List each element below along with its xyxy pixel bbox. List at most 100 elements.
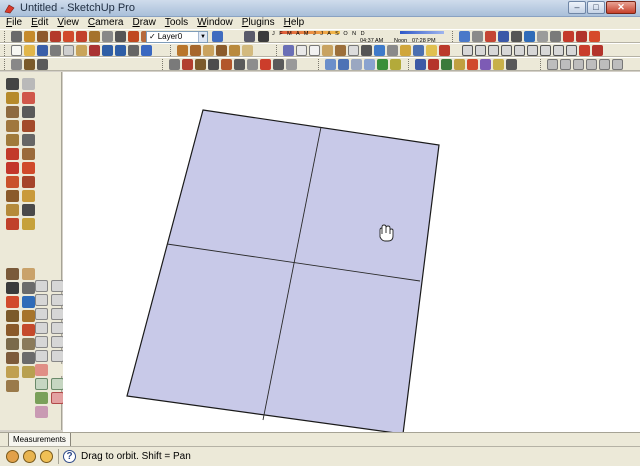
position-camera-tool-icon[interactable] (6, 310, 19, 322)
rectangle-face[interactable] (126, 109, 440, 432)
section-display-icon[interactable] (563, 31, 574, 42)
component-options-icon[interactable] (428, 59, 439, 70)
offset-arrows-icon[interactable] (22, 176, 35, 188)
model-info-icon[interactable] (141, 45, 152, 56)
camera-pan-icon[interactable] (22, 268, 35, 280)
fog-icon[interactable] (286, 59, 297, 70)
left-view-icon[interactable] (242, 45, 253, 56)
credits-status-icon[interactable] (23, 450, 36, 463)
print-icon[interactable] (128, 45, 139, 56)
torus-shape-icon[interactable] (592, 45, 603, 56)
cut-icon[interactable] (50, 45, 61, 56)
rotate-arrows-icon[interactable] (6, 162, 19, 174)
scale-tool-icon[interactable] (76, 31, 87, 42)
preview-icon[interactable] (493, 59, 504, 70)
paste-icon[interactable] (76, 45, 87, 56)
make-component-icon[interactable] (22, 78, 35, 90)
menu-help[interactable]: Help (284, 17, 305, 29)
wireframe-icon[interactable] (296, 45, 307, 56)
move-arrows-icon[interactable] (6, 148, 19, 160)
toolbar-grip[interactable] (540, 59, 543, 70)
menu-camera[interactable]: Camera (88, 17, 124, 29)
line-tool-icon[interactable] (22, 106, 35, 118)
tape-measure-tool-icon[interactable] (6, 190, 19, 202)
outer-shell-icon[interactable] (325, 59, 336, 70)
toolbar-grip[interactable] (4, 31, 7, 42)
camera-orbit-icon[interactable] (6, 268, 19, 280)
circle-tool-icon[interactable] (6, 120, 19, 132)
minimize-button[interactable]: – (568, 1, 586, 14)
interact-icon[interactable] (415, 59, 426, 70)
from-contours-icon[interactable] (459, 31, 470, 42)
subtract-icon[interactable] (364, 59, 375, 70)
iso-view-icon[interactable] (177, 45, 188, 56)
select-arrow-icon[interactable] (6, 78, 19, 90)
intersect-icon[interactable] (338, 59, 349, 70)
section-plane-icon[interactable] (550, 31, 561, 42)
rectangle-tool-icon[interactable] (6, 106, 19, 118)
menu-plugins[interactable]: Plugins (242, 17, 275, 29)
menu-edit[interactable]: Edit (31, 17, 48, 29)
paint-bucket-tool-icon[interactable] (6, 92, 19, 104)
flip-edge-icon[interactable] (537, 31, 548, 42)
circle-shape-icon[interactable] (462, 45, 473, 56)
split-icon[interactable] (390, 59, 401, 70)
freehand-tool-icon[interactable] (22, 134, 35, 146)
layers-icon[interactable] (400, 45, 411, 56)
zoom-window-icon[interactable] (22, 282, 35, 294)
toolbar-grip[interactable] (276, 45, 279, 56)
geo-location-icon[interactable] (467, 59, 478, 70)
label-icon[interactable] (599, 59, 610, 70)
text-tool-icon[interactable] (115, 31, 126, 42)
zoom-extents-icon[interactable] (6, 296, 19, 308)
toolbar-grip[interactable] (162, 59, 165, 70)
display-shadows-icon[interactable] (244, 31, 255, 42)
back-view-icon[interactable] (229, 45, 240, 56)
sandbox-contours-icon[interactable] (6, 338, 19, 350)
follow-me-icon[interactable] (22, 162, 35, 174)
photo-match-icon[interactable] (454, 59, 465, 70)
drape-icon[interactable] (511, 31, 522, 42)
chevron-down-icon[interactable]: ▼ (198, 32, 207, 42)
top-view-icon[interactable] (190, 45, 201, 56)
close-button[interactable]: ✕ (606, 1, 636, 14)
stamp-icon[interactable] (498, 31, 509, 42)
toolbar-grip[interactable] (318, 59, 321, 70)
jitter-icon[interactable] (221, 59, 232, 70)
menu-tools[interactable]: Tools (165, 17, 188, 29)
pencil-icon[interactable] (439, 45, 450, 56)
menu-draw[interactable]: Draw (132, 17, 155, 29)
layer-manager-icon[interactable] (212, 31, 223, 42)
pyramid-shape-icon[interactable] (553, 45, 564, 56)
model-canvas[interactable] (63, 72, 640, 432)
box-shape-icon[interactable] (514, 45, 525, 56)
section-cut-icon[interactable] (612, 59, 623, 70)
toolbar-grip[interactable] (408, 59, 411, 70)
sketchy-edges-icon[interactable] (169, 59, 180, 70)
warehouse-icon[interactable] (589, 31, 600, 42)
layer-dropdown[interactable]: ✓ Layer0 ▼ (146, 31, 208, 43)
save-icon[interactable] (37, 45, 48, 56)
dimension-tool-icon[interactable] (22, 190, 35, 202)
monochrome-icon[interactable] (348, 45, 359, 56)
walk-tool-icon[interactable] (22, 310, 35, 322)
connect-curve-icon[interactable] (35, 392, 48, 404)
move-tool-icon[interactable] (50, 31, 61, 42)
paint-icon[interactable] (426, 45, 437, 56)
shadow-settings-icon[interactable] (258, 31, 269, 42)
3d-viewport[interactable] (63, 72, 640, 432)
polyline-icon[interactable] (35, 294, 48, 306)
position-camera-icon[interactable] (37, 59, 48, 70)
section-plane-tool-icon[interactable] (22, 324, 35, 336)
dimension-icon[interactable] (547, 59, 558, 70)
eraser-icon[interactable] (22, 92, 35, 104)
sandbox-scratch-icon[interactable] (22, 338, 35, 350)
components-icon[interactable] (361, 45, 372, 56)
copy-icon[interactable] (63, 45, 74, 56)
arc-shape-icon[interactable] (488, 45, 499, 56)
sandbox-drape-icon[interactable] (6, 366, 19, 378)
menu-window[interactable]: Window (197, 17, 233, 29)
previous-camera-icon[interactable] (22, 296, 35, 308)
camera-zoom-icon[interactable] (6, 282, 19, 294)
front-view-icon[interactable] (203, 45, 214, 56)
